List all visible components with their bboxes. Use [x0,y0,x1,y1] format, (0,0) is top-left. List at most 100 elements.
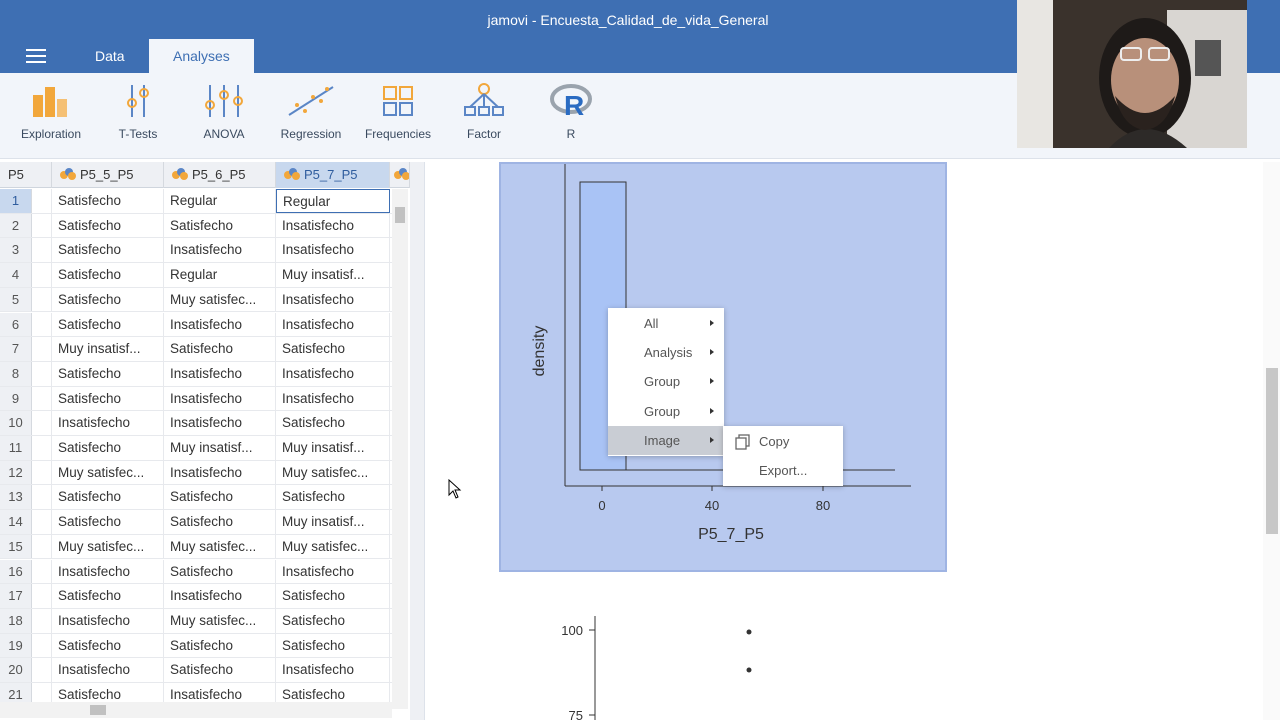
row-number[interactable]: 16 [0,559,32,584]
table-cell[interactable]: Insatisfecho [276,361,390,386]
table-row[interactable]: 18 Insatisfecho Muy satisfec... Satisfecho [0,608,392,634]
scroll-thumb[interactable] [395,207,405,223]
row-number[interactable]: 6 [0,312,32,337]
row-number[interactable]: 19 [0,633,32,658]
tab-analyses[interactable]: Analyses [149,39,254,73]
table-cell[interactable]: Insatisfecho [276,312,390,337]
table-cell[interactable]: Satisfecho [164,213,276,238]
table-row[interactable]: 4 Satisfecho Regular Muy insatisf... [0,263,392,288]
row-number[interactable]: 14 [0,510,32,534]
table-cell[interactable]: Insatisfecho [164,411,276,435]
table-cell[interactable]: Insatisfecho [164,386,276,411]
table-cell[interactable] [32,337,52,361]
table-cell[interactable]: Insatisfecho [164,312,276,337]
table-cell[interactable] [32,263,52,287]
table-cell[interactable]: Insatisfecho [52,658,164,682]
table-cell[interactable]: Satisfecho [52,485,164,510]
table-row[interactable]: 9 Satisfecho Insatisfecho Insatisfecho [0,386,392,412]
data-spreadsheet[interactable]: P5 P5_5_P5 P5_6_P5 P5_7_P5 1 Satisfecho Re… [0,162,410,720]
table-cell[interactable] [32,411,52,435]
table-row[interactable]: 16 Insatisfecho Satisfecho Insatisfecho [0,559,392,585]
table-cell[interactable]: Insatisfecho [164,238,276,263]
table-cell[interactable]: Muy insatisf... [276,263,390,287]
row-number[interactable]: 2 [0,213,32,238]
menu-item-group-1[interactable]: Group [608,367,724,396]
row-number[interactable]: 3 [0,238,32,263]
table-cell[interactable]: Satisfecho [52,386,164,411]
table-cell[interactable]: Satisfecho [276,411,390,435]
table-cell[interactable] [32,361,52,386]
table-cell[interactable]: Satisfecho [52,436,164,460]
table-cell[interactable] [32,485,52,510]
table-cell[interactable] [32,386,52,411]
column-header-p5-6[interactable]: P5_6_P5 [164,162,276,188]
table-cell[interactable]: Muy satisfec... [164,287,276,312]
table-cell[interactable]: Regular [276,189,390,213]
table-cell[interactable] [32,213,52,238]
table-cell[interactable]: Satisfecho [52,238,164,263]
table-row[interactable]: 20 Insatisfecho Satisfecho Insatisfecho [0,658,392,683]
menu-item-image[interactable]: Image [608,426,724,455]
table-cell[interactable] [32,238,52,263]
table-row[interactable]: 17 Satisfecho Insatisfecho Satisfecho [0,584,392,609]
table-row[interactable]: 3 Satisfecho Insatisfecho Insatisfecho [0,238,392,264]
column-header-next[interactable] [390,162,410,188]
row-number[interactable]: 18 [0,608,32,633]
row-number[interactable]: 4 [0,263,32,287]
table-cell[interactable]: Satisfecho [52,510,164,534]
table-row[interactable]: 15 Muy satisfec... Muy satisfec... Muy sati… [0,534,392,560]
table-cell[interactable]: Muy satisfec... [164,534,276,559]
table-cell[interactable] [32,559,52,584]
column-header-p5-7[interactable]: P5_7_P5 [276,162,390,188]
table-row[interactable]: 12 Muy satisfec... Insatisfecho Muy satisfe… [0,460,392,486]
row-number[interactable]: 11 [0,436,32,460]
frequencies-button[interactable]: Frequencies [355,81,441,151]
anova-button[interactable]: ANOVA [181,81,267,151]
table-cell[interactable]: Insatisfecho [52,411,164,435]
table-cell[interactable]: Regular [164,189,276,213]
table-cell[interactable]: Insatisfecho [276,658,390,682]
table-row[interactable]: 8 Satisfecho Insatisfecho Insatisfecho [0,361,392,387]
table-row[interactable]: 5 Satisfecho Muy satisfec... Insatisfecho [0,287,392,313]
table-cell[interactable]: Satisfecho [52,213,164,238]
table-cell[interactable]: Satisfecho [52,287,164,312]
table-cell[interactable]: Satisfecho [164,559,276,584]
table-cell[interactable]: Insatisfecho [52,559,164,584]
scroll-thumb[interactable] [90,705,106,715]
table-cell[interactable]: Satisfecho [52,189,164,213]
table-cell[interactable]: Insatisfecho [164,584,276,608]
menu-item-all[interactable]: All [608,309,724,338]
table-cell[interactable] [32,312,52,337]
table-cell[interactable]: Muy insatisf... [52,337,164,361]
row-number[interactable]: 17 [0,584,32,608]
results-scrollbar[interactable] [1263,162,1280,720]
table-cell[interactable]: Satisfecho [164,485,276,510]
table-cell[interactable]: Satisfecho [164,510,276,534]
table-row[interactable]: 13 Satisfecho Satisfecho Satisfecho [0,485,392,511]
table-cell[interactable] [32,287,52,312]
table-cell[interactable]: Satisfecho [52,263,164,287]
table-cell[interactable] [32,534,52,559]
table-row[interactable]: 14 Satisfecho Satisfecho Muy insatisf... [0,510,392,535]
table-cell[interactable]: Insatisfecho [276,213,390,238]
t-tests-button[interactable]: T-Tests [95,81,181,151]
factor-button[interactable]: Factor [441,81,527,151]
table-cell[interactable]: Insatisfecho [52,608,164,633]
vertical-scrollbar[interactable] [392,189,408,709]
row-number[interactable]: 5 [0,287,32,312]
table-cell[interactable]: Insatisfecho [164,460,276,485]
table-cell[interactable]: Muy satisfec... [276,534,390,559]
row-number[interactable]: 8 [0,361,32,386]
table-row[interactable]: 1 Satisfecho Regular Regular [0,189,392,214]
column-header-partial[interactable]: P5 [0,162,52,188]
table-cell[interactable]: Satisfecho [52,633,164,658]
table-cell[interactable] [32,460,52,485]
table-cell[interactable]: Insatisfecho [276,287,390,312]
table-row[interactable]: 2 Satisfecho Satisfecho Insatisfecho [0,213,392,239]
table-cell[interactable]: Insatisfecho [164,361,276,386]
column-header-p5-5[interactable]: P5_5_P5 [52,162,164,188]
table-cell[interactable]: Satisfecho [276,337,390,361]
row-number[interactable]: 7 [0,337,32,361]
table-cell[interactable]: Insatisfecho [276,386,390,411]
table-cell[interactable]: Satisfecho [276,485,390,510]
